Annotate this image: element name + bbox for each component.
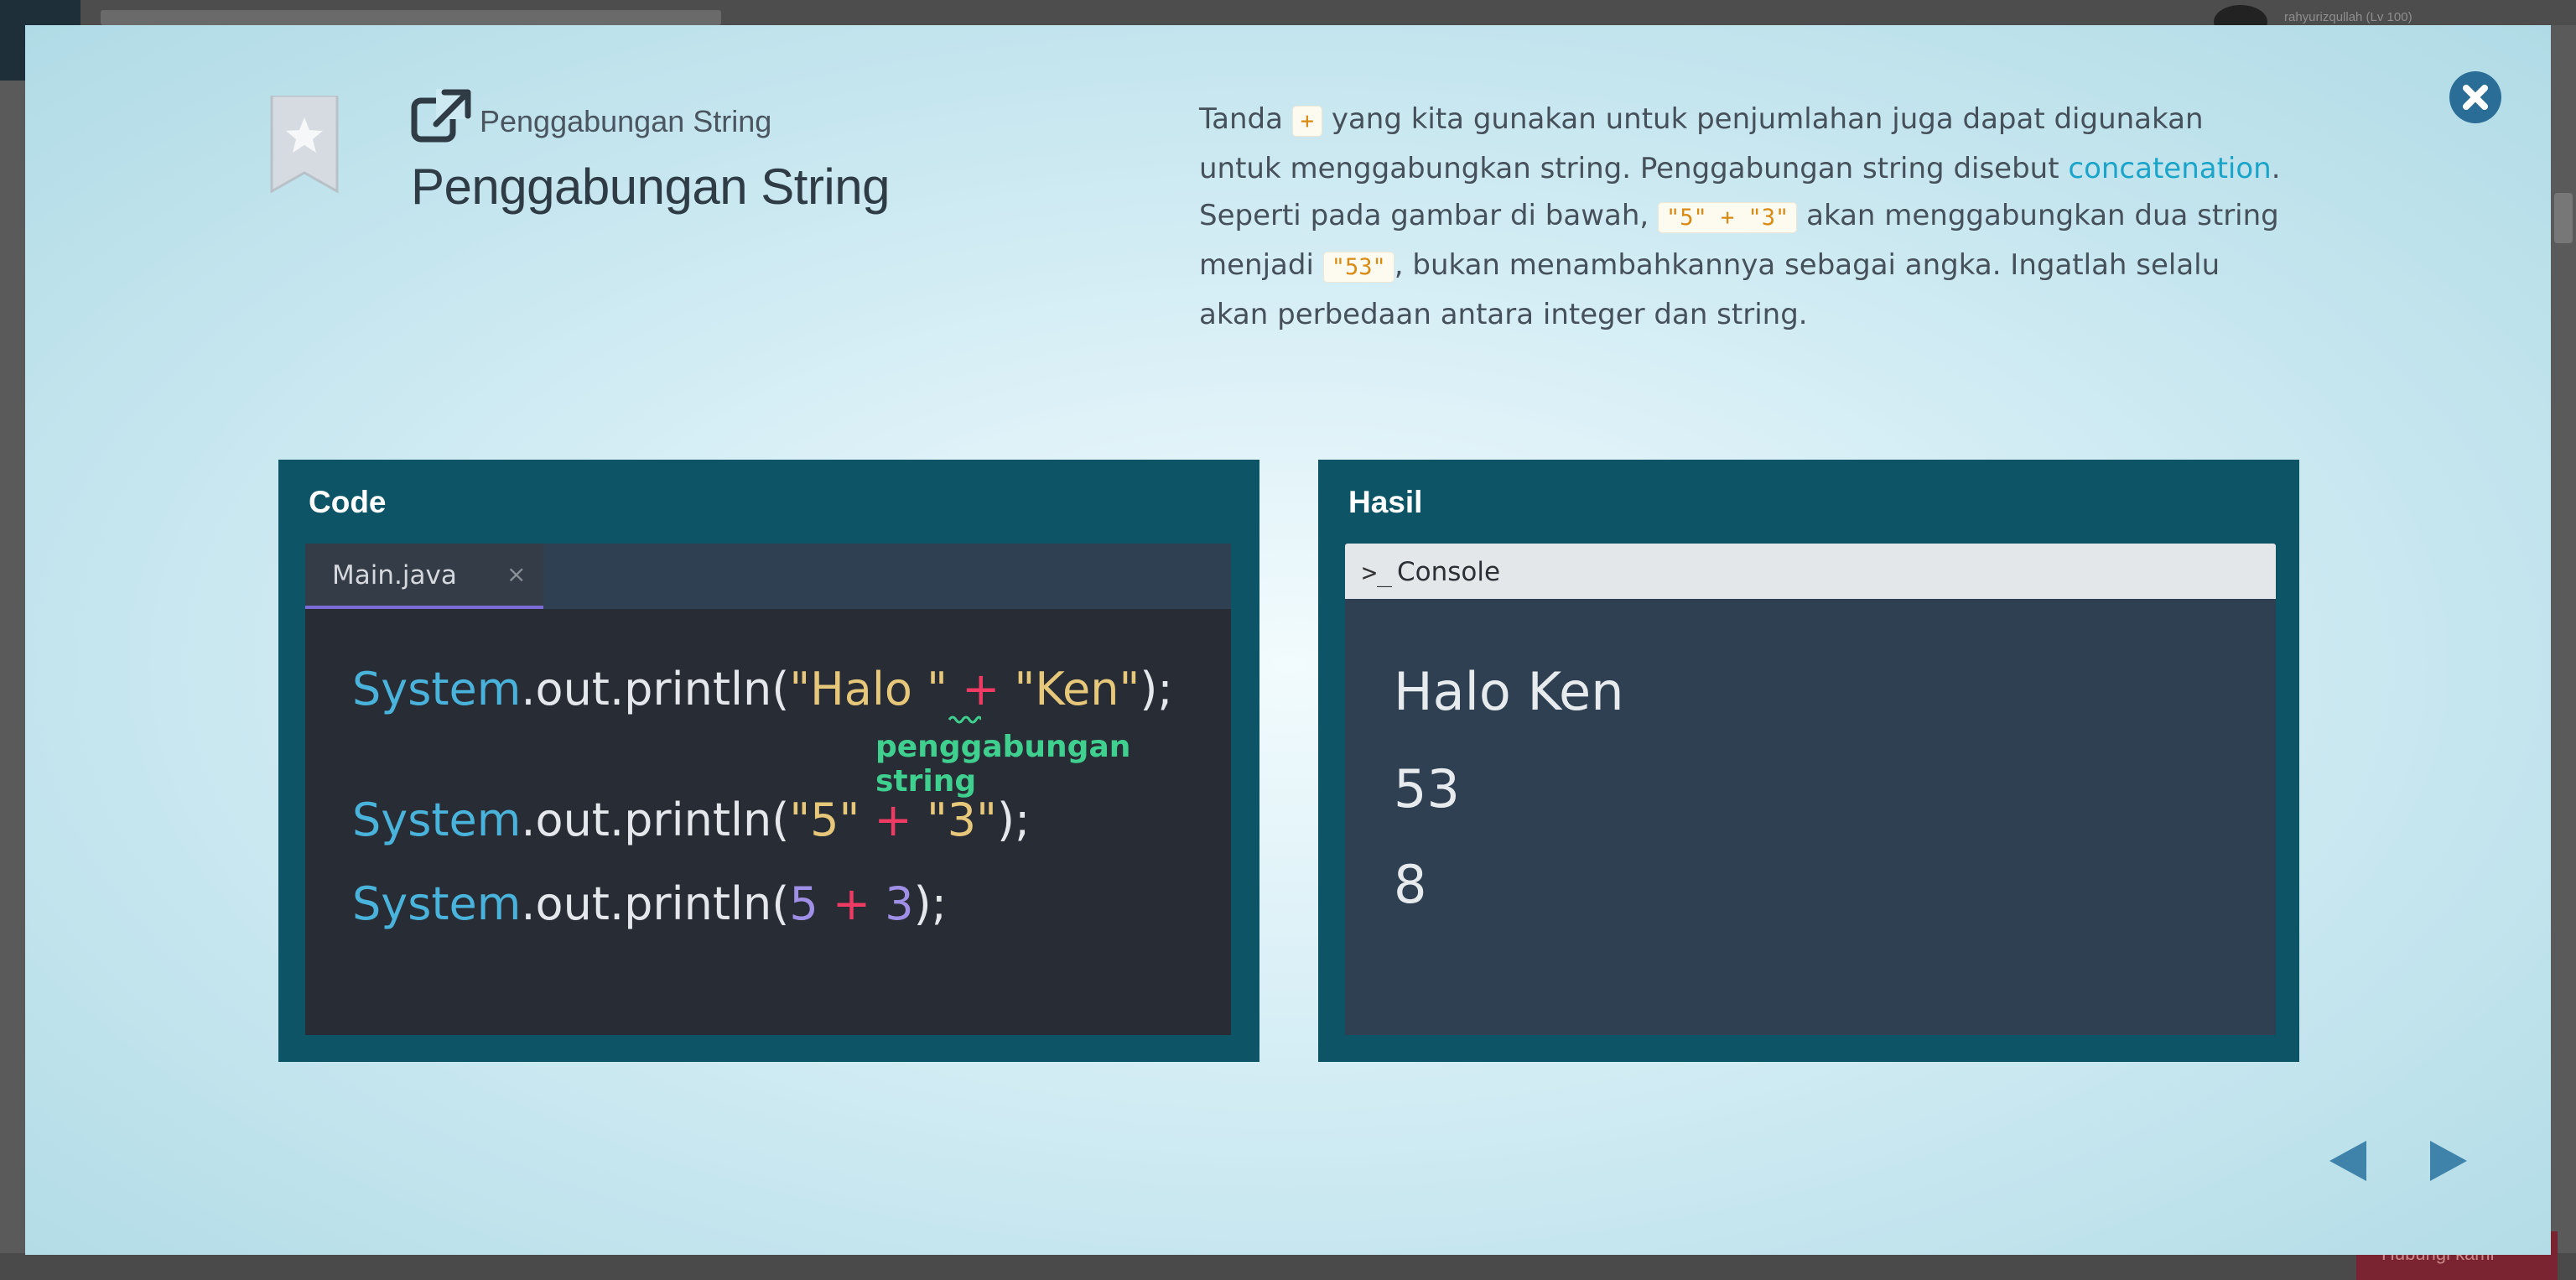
code-inline-plus: + <box>1291 106 1323 137</box>
code-panel-label: Code <box>309 485 387 519</box>
editor-tab-bar: Main.java × <box>305 544 1231 609</box>
lesson-subtitle: Penggabungan String <box>480 104 772 138</box>
triangle-right-icon <box>2430 1141 2467 1181</box>
concatenation-annotation: penggabungan string <box>875 730 1131 799</box>
tab-close-icon[interactable]: × <box>506 560 526 588</box>
tab-label: Main.java <box>332 560 457 591</box>
lesson-title: Penggabungan String <box>411 159 891 215</box>
code-line-2: System.out.println("5" + "3"); <box>352 793 1031 846</box>
squiggle-underline <box>948 715 981 724</box>
console-header: >_ Console <box>1345 544 2276 599</box>
terminal-icon: >_ <box>1362 559 1393 588</box>
bookmark-star-icon[interactable] <box>268 94 340 195</box>
code-line-3: System.out.println(5 + 3); <box>352 877 947 930</box>
concatenation-term: concatenation <box>2068 152 2272 185</box>
next-slide-button[interactable] <box>2428 1139 2469 1186</box>
code-inline-result: "53" <box>1322 252 1394 283</box>
console-output-line: 53 <box>1394 758 1460 820</box>
console-title: Console <box>1397 557 1501 587</box>
background-search-bar <box>101 10 721 25</box>
code-inline-expression: "5" + "3" <box>1658 202 1798 233</box>
close-circle-icon <box>2449 71 2501 123</box>
console-window: >_ Console Halo Ken 53 8 <box>1345 544 2276 1035</box>
external-link-icon[interactable] <box>411 89 471 143</box>
result-panel-label: Hasil <box>1348 485 1423 519</box>
code-line-1: System.out.println("Halo " + "Ken"); <box>352 663 1173 715</box>
console-output-line: Halo Ken <box>1394 661 1624 722</box>
background-scrollbar <box>2554 193 2573 243</box>
console-output-line: 8 <box>1394 854 1427 915</box>
background-user-label: rahyurizqullah (Lv 100) <box>2284 10 2412 24</box>
lesson-description: Tanda + yang kita gunakan untuk penjumla… <box>1199 102 2281 331</box>
lesson-header: Penggabungan String Penggabungan String <box>411 89 891 216</box>
previous-slide-button[interactable] <box>2328 1139 2368 1186</box>
triangle-left-icon <box>2329 1141 2366 1181</box>
background-bottom-bar <box>0 1253 2576 1280</box>
code-editor: Main.java × System.out.println("Halo " +… <box>305 544 1231 1035</box>
close-button[interactable] <box>2449 70 2502 124</box>
lesson-modal: Penggabungan String Penggabungan String … <box>25 25 2551 1255</box>
result-panel: Hasil >_ Console Halo Ken 53 8 <box>1318 460 2299 1062</box>
tab-main-java[interactable]: Main.java × <box>305 544 543 609</box>
code-panel: Code Main.java × System.out.println("Hal… <box>278 460 1259 1062</box>
